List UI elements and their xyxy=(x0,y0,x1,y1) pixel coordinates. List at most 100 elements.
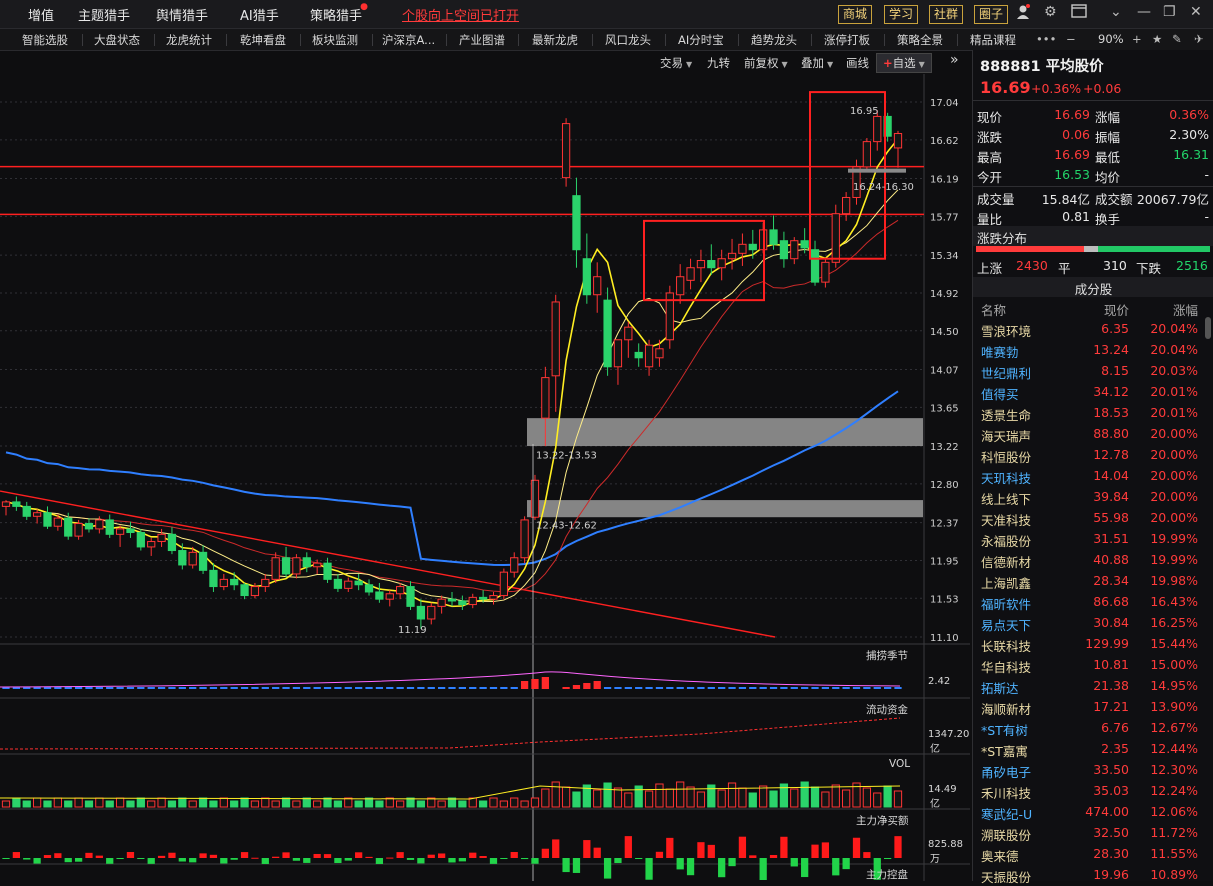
constituent-row[interactable]: 雪浪环境 6.35 20.04% xyxy=(973,318,1213,339)
nav-industry-map[interactable]: 产业图谱 xyxy=(459,32,505,48)
nav-hs-a[interactable]: 沪深京A... xyxy=(382,32,435,48)
draw-line-button[interactable]: 画线 xyxy=(846,55,869,71)
pen-icon[interactable]: ✎ xyxy=(1172,32,1182,46)
stock-name[interactable]: 寒武纪-U xyxy=(981,804,1032,823)
stock-name[interactable]: 上海凯鑫 xyxy=(981,573,1031,592)
nav-premium-courses[interactable]: 精品课程 xyxy=(970,32,1016,48)
stock-name[interactable]: 唯赛勃 xyxy=(981,342,1019,361)
stock-name[interactable]: 值得买 xyxy=(981,384,1019,403)
menu-ai-hunter[interactable]: AI猎手 xyxy=(240,5,279,24)
col-change[interactable]: 涨幅 xyxy=(1173,300,1198,319)
constituent-row[interactable]: 奥来德 28.30 11.55% xyxy=(973,843,1213,864)
constituent-row[interactable]: 世纪鼎利 8.15 20.03% xyxy=(973,360,1213,381)
alert-link[interactable]: 个股向上空间已打开 xyxy=(402,5,519,24)
constituent-row[interactable]: 科恒股份 12.78 20.00% xyxy=(973,444,1213,465)
constituent-row[interactable]: 天振股份 19.96 10.89% xyxy=(973,864,1213,885)
constituent-row[interactable]: 溯联股份 32.50 11.72% xyxy=(973,822,1213,843)
nav-latest-dragon-tiger[interactable]: 最新龙虎 xyxy=(532,32,578,48)
constituent-row[interactable]: 天玑科技 14.04 20.00% xyxy=(973,465,1213,486)
zoom-out-icon[interactable]: − xyxy=(1066,32,1076,46)
capture-season-label[interactable]: 捕捞季节 xyxy=(866,648,908,663)
community-button[interactable]: 社群 xyxy=(929,5,964,24)
nine-turn-button[interactable]: 九转 xyxy=(707,55,730,71)
stock-name[interactable]: 透景生命 xyxy=(981,405,1031,424)
close-icon[interactable]: ✕ xyxy=(1190,4,1202,20)
constituent-row[interactable]: 易点天下 30.84 16.25% xyxy=(973,612,1213,633)
constituent-row[interactable]: *ST有树 6.76 12.67% xyxy=(973,717,1213,738)
constituent-row[interactable]: 天准科技 55.98 20.00% xyxy=(973,507,1213,528)
stock-name[interactable]: 永福股份 xyxy=(981,531,1031,550)
constituent-row[interactable]: 华自科技 10.81 15.00% xyxy=(973,654,1213,675)
constituent-row[interactable]: 海顺新材 17.21 13.90% xyxy=(973,696,1213,717)
gear-icon[interactable]: ⚙ xyxy=(1044,4,1057,20)
add-watch-button[interactable]: +自选 ▼ xyxy=(876,53,932,73)
constituent-row[interactable]: 值得买 34.12 20.01% xyxy=(973,381,1213,402)
nav-qiankun-view[interactable]: 乾坤看盘 xyxy=(240,32,286,48)
stock-name[interactable]: *ST嘉寓 xyxy=(981,741,1028,760)
nav-hot-leader[interactable]: 风口龙头 xyxy=(605,32,651,48)
stock-name[interactable]: 禾川科技 xyxy=(981,783,1031,802)
constituent-row[interactable]: 上海凯鑫 28.34 19.98% xyxy=(973,570,1213,591)
nav-ai-timeshare[interactable]: AI分时宝 xyxy=(678,32,724,48)
constituent-row[interactable]: 福昕软件 86.68 16.43% xyxy=(973,591,1213,612)
main-control-label[interactable]: 主力控盘 xyxy=(866,867,908,882)
constituent-row[interactable]: 甬矽电子 33.50 12.30% xyxy=(973,759,1213,780)
mall-button[interactable]: 商城 xyxy=(838,5,873,24)
menu-zengzhi[interactable]: 增值 xyxy=(28,5,54,24)
kline-chart[interactable]: 17.04 16.62 16.19 15.77 15.34 14.92 14.50 14.07… xyxy=(0,74,970,881)
constituent-row[interactable]: 寒武纪-U 474.00 12.06% xyxy=(973,801,1213,822)
star-icon[interactable]: ★ xyxy=(1152,32,1162,46)
stock-name[interactable]: 福昕软件 xyxy=(981,594,1031,613)
constituent-row[interactable]: 拓斯达 21.38 14.95% xyxy=(973,675,1213,696)
learn-button[interactable]: 学习 xyxy=(884,5,919,24)
stock-name[interactable]: 线上线下 xyxy=(981,489,1031,508)
net-buy-label[interactable]: 主力净买额 xyxy=(856,813,909,828)
constituent-row[interactable]: *ST嘉寓 2.35 12.44% xyxy=(973,738,1213,759)
stock-name[interactable]: 天振股份 xyxy=(981,867,1031,886)
expand-panel-icon[interactable]: » xyxy=(950,52,959,68)
menu-theme-hunter[interactable]: 主题猎手 xyxy=(78,5,130,24)
constituent-row[interactable]: 唯赛勃 13.24 20.04% xyxy=(973,339,1213,360)
stock-name[interactable]: 海顺新材 xyxy=(981,699,1031,718)
minimize-icon[interactable]: — xyxy=(1137,4,1151,20)
stock-name[interactable]: 信德新材 xyxy=(981,552,1031,571)
nav-limit-up[interactable]: 涨停打板 xyxy=(824,32,870,48)
trade-dropdown[interactable]: 交易 ▼ xyxy=(660,55,692,71)
stock-name[interactable]: 华自科技 xyxy=(981,657,1031,676)
stock-name[interactable]: 奥来德 xyxy=(981,846,1019,865)
overlay-dropdown[interactable]: 叠加 ▼ xyxy=(801,55,833,71)
zoom-in-icon[interactable]: + xyxy=(1132,32,1142,46)
restore-icon[interactable]: ❐ xyxy=(1163,4,1176,20)
stock-name[interactable]: 雪浪环境 xyxy=(981,321,1031,340)
constituent-row[interactable]: 禾川科技 35.03 12.24% xyxy=(973,780,1213,801)
flow-fund-label[interactable]: 流动资金 xyxy=(866,702,908,717)
nav-market-status[interactable]: 大盘状态 xyxy=(94,32,140,48)
chevron-down-icon[interactable]: ⌄ xyxy=(1110,4,1122,20)
stock-name[interactable]: 甬矽电子 xyxy=(981,762,1031,781)
constituent-row[interactable]: 海天瑞声 88.80 20.00% xyxy=(973,423,1213,444)
constituent-row[interactable]: 永福股份 31.51 19.99% xyxy=(973,528,1213,549)
circle-button[interactable]: 圈子 xyxy=(974,5,1009,24)
kline-chart-area[interactable]: 17.04 16.62 16.19 15.77 15.34 14.92 14.50 14.07… xyxy=(0,74,970,881)
constituent-row[interactable]: 长联科技 129.99 15.44% xyxy=(973,633,1213,654)
constituent-row[interactable]: 线上线下 39.84 20.00% xyxy=(973,486,1213,507)
constituent-row[interactable]: 信德新材 40.88 19.99% xyxy=(973,549,1213,570)
constituent-row[interactable]: 透景生命 18.53 20.01% xyxy=(973,402,1213,423)
wrench-icon[interactable]: ✈ xyxy=(1194,32,1204,46)
nav-strategy-overview[interactable]: 策略全景 xyxy=(897,32,943,48)
nav-trend-leader[interactable]: 趋势龙头 xyxy=(751,32,797,48)
stock-name[interactable]: 科恒股份 xyxy=(981,447,1031,466)
menu-strategy-hunter[interactable]: 策略猎手 ● xyxy=(310,2,368,24)
menu-sentiment-hunter[interactable]: 舆情猎手 xyxy=(156,5,208,24)
scrollbar-thumb[interactable] xyxy=(1205,317,1211,339)
col-price[interactable]: 现价 xyxy=(1104,300,1129,319)
stock-name[interactable]: 天准科技 xyxy=(981,510,1031,529)
stock-name[interactable]: 长联科技 xyxy=(981,636,1031,655)
adjust-dropdown[interactable]: 前复权 ▼ xyxy=(744,55,788,71)
stock-name[interactable]: *ST有树 xyxy=(981,720,1028,739)
stock-name[interactable]: 溯联股份 xyxy=(981,825,1031,844)
nav-smart-select[interactable]: 智能选股 xyxy=(22,32,68,48)
more-icon[interactable]: ••• xyxy=(1036,32,1056,46)
stock-name[interactable]: 拓斯达 xyxy=(981,678,1019,697)
stock-name[interactable]: 海天瑞声 xyxy=(981,426,1031,445)
